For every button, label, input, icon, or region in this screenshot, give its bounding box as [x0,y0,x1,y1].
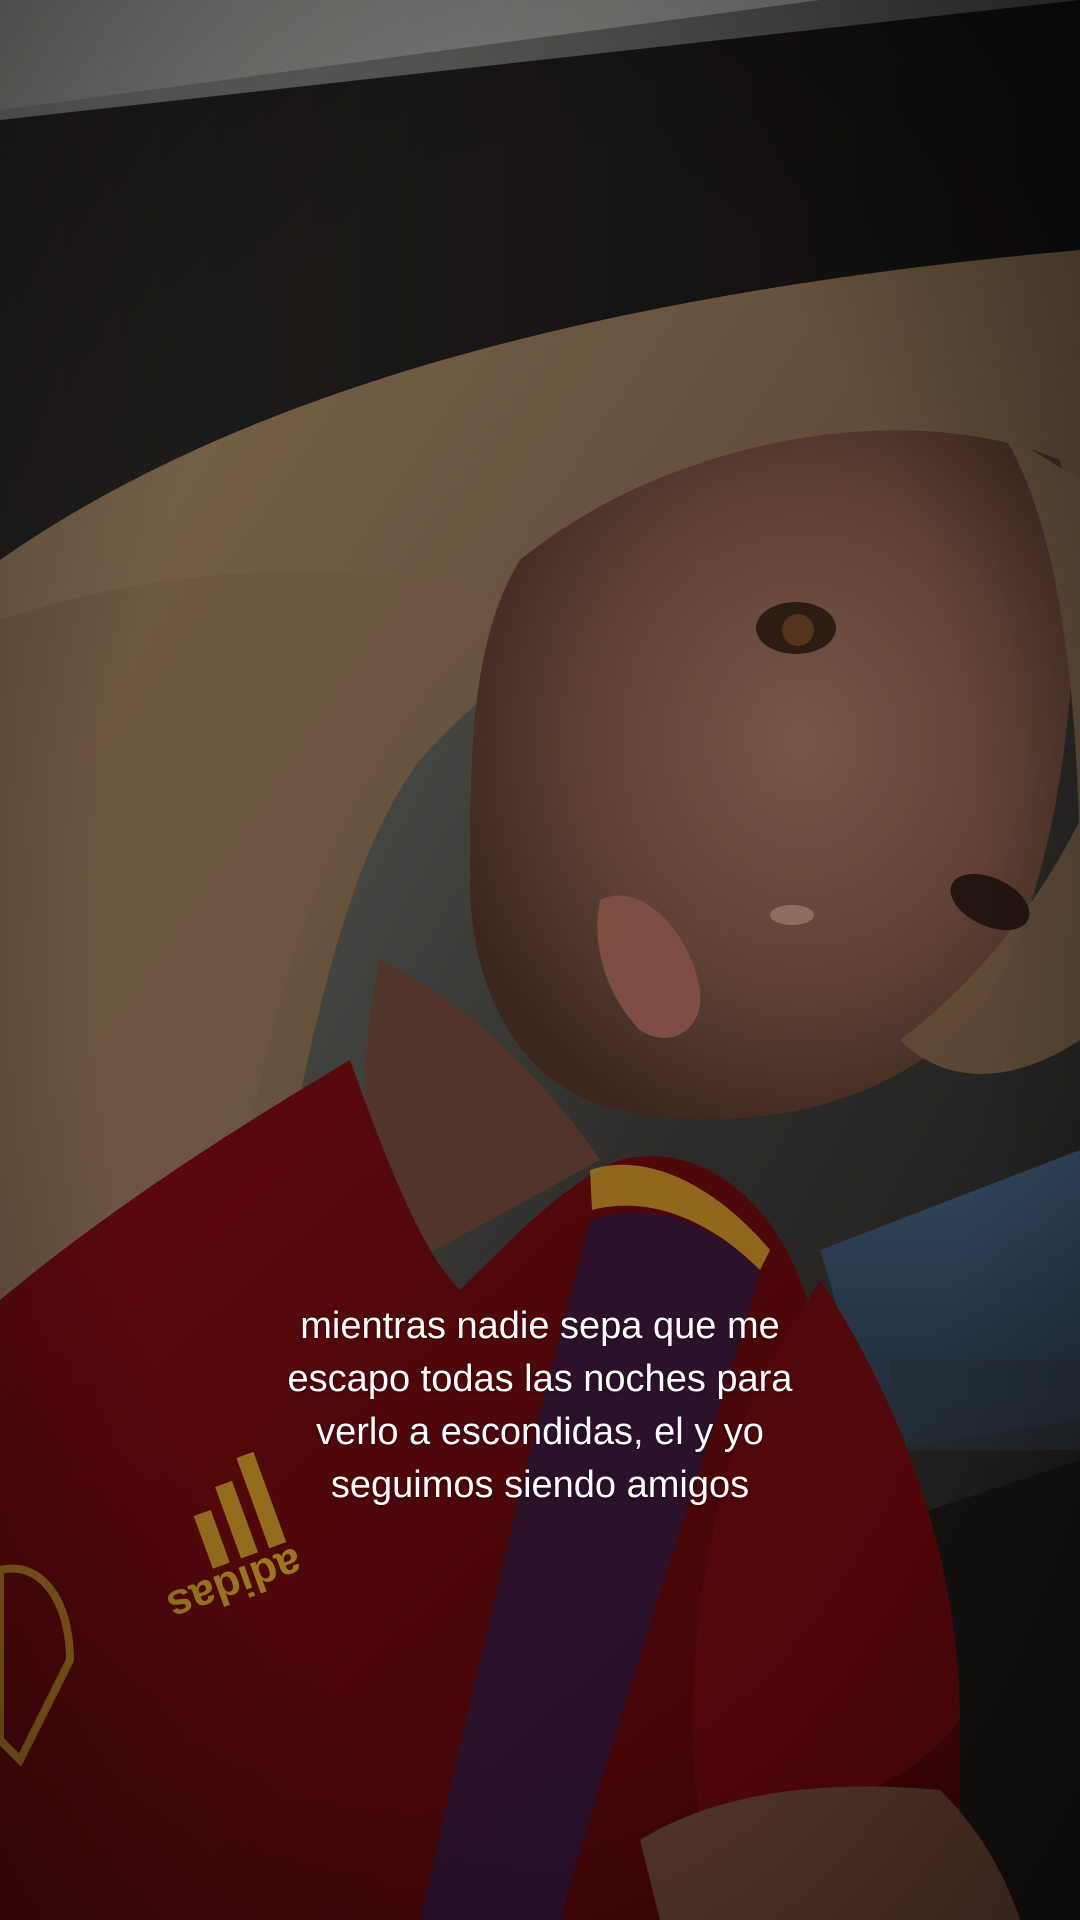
caption-line: escapo todas las noches para [287,1358,793,1400]
caption-line: seguimos siendo amigos [330,1464,750,1506]
background-photo: adidas [0,0,1080,1920]
video-caption: mientras nadie sepa que me escapo todas … [140,1300,940,1512]
video-frame[interactable]: adidas mientras nadie sepa que me escapo… [0,0,1080,1920]
caption-line: verlo a escondidas, el y yo [316,1411,764,1453]
caption-line: mientras nadie sepa que me [300,1305,780,1347]
